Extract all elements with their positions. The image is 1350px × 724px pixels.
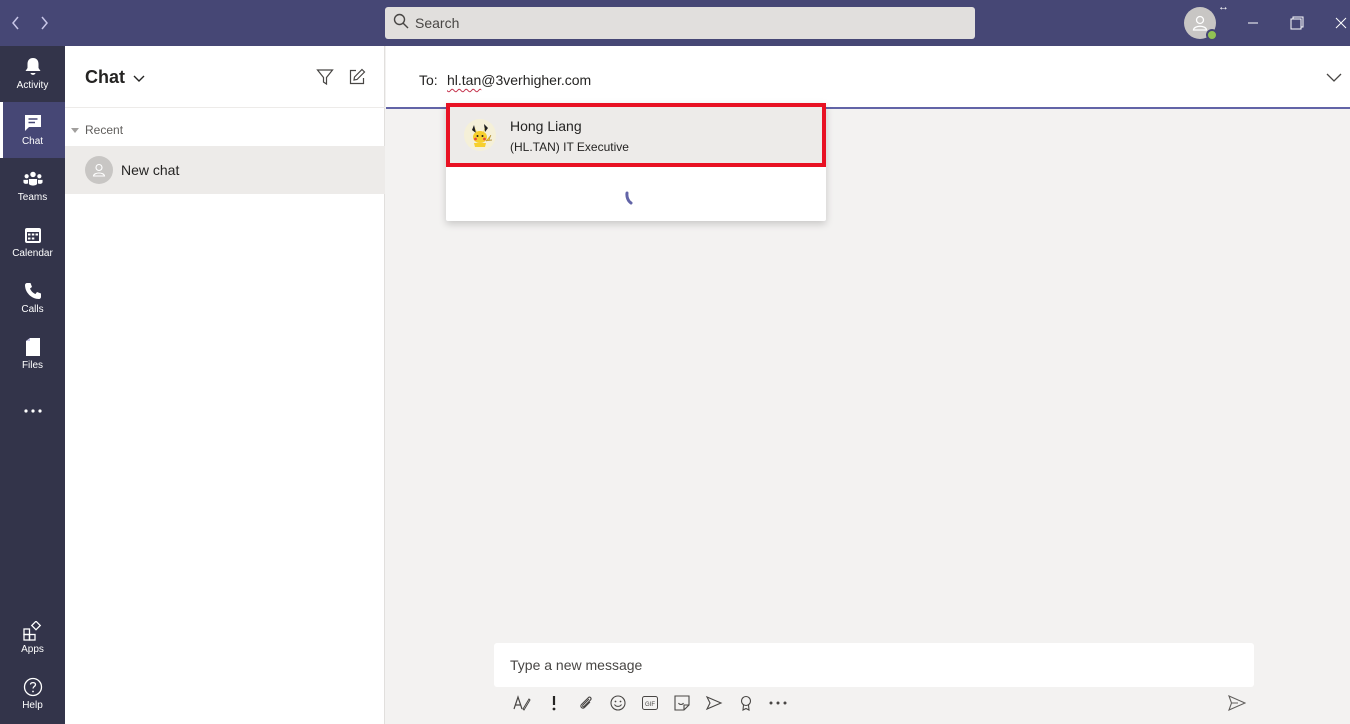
attach-icon[interactable] xyxy=(570,692,602,714)
minimize-button[interactable] xyxy=(1242,12,1264,34)
back-arrow-icon[interactable] xyxy=(6,13,26,33)
help-icon xyxy=(23,677,43,697)
rail-item-teams[interactable]: Teams xyxy=(0,158,65,214)
avatar xyxy=(464,119,496,151)
rail-label-activity: Activity xyxy=(16,80,49,91)
gif-icon[interactable]: GIF xyxy=(634,692,666,714)
recipient-text-misspelled: hl.tan xyxy=(447,72,482,88)
recent-section-label: Recent xyxy=(85,123,124,137)
person-icon xyxy=(92,163,106,177)
emoji-icon[interactable] xyxy=(602,692,634,714)
svg-text:GIF: GIF xyxy=(645,702,655,708)
send-icon[interactable] xyxy=(1226,692,1248,714)
app-rail: Activity Chat Teams Calendar Calls Files xyxy=(0,46,65,724)
search-icon xyxy=(393,13,409,34)
message-input[interactable]: Type a new message xyxy=(494,643,1254,687)
rail-item-chat[interactable]: Chat xyxy=(0,102,65,158)
forward-arrow-icon[interactable] xyxy=(34,13,54,33)
to-label: To: xyxy=(419,72,438,88)
meet-now-icon[interactable] xyxy=(698,692,730,714)
rail-label-chat: Chat xyxy=(21,136,44,147)
rail-label-calls: Calls xyxy=(21,304,44,315)
teams-icon xyxy=(22,169,43,189)
file-icon xyxy=(23,337,43,357)
loading-spinner-icon xyxy=(624,191,634,210)
resize-icon: ↔ xyxy=(1218,1,1229,13)
rail-label-help: Help xyxy=(22,700,43,711)
chat-list-pane: Chat Recent New chat xyxy=(65,46,385,724)
phone-icon xyxy=(23,281,43,301)
pikachu-avatar-icon xyxy=(472,124,493,147)
chat-list-header: Chat xyxy=(65,46,385,108)
close-button[interactable] xyxy=(1330,12,1350,34)
important-icon[interactable] xyxy=(538,692,570,714)
suggestion-name: Hong Liang xyxy=(510,118,582,134)
format-icon[interactable] xyxy=(506,692,538,714)
rail-item-calls[interactable]: Calls xyxy=(0,270,65,326)
new-chat-button[interactable] xyxy=(347,67,367,87)
sticker-icon[interactable] xyxy=(666,692,698,714)
rail-item-activity[interactable]: Activity xyxy=(0,46,65,102)
suggestion-title: (HL.TAN) IT Executive xyxy=(510,140,629,154)
rail-item-apps[interactable]: Apps xyxy=(0,610,65,666)
compose-toolbar: GIF xyxy=(506,692,794,714)
caret-down-icon xyxy=(71,127,79,133)
avatar xyxy=(85,156,113,184)
chevron-down-icon[interactable] xyxy=(1326,70,1342,88)
ellipsis-icon xyxy=(23,401,43,419)
rail-label-apps: Apps xyxy=(21,644,44,655)
presence-available-icon xyxy=(1206,29,1218,41)
filter-icon xyxy=(316,69,334,86)
rail-item-calendar[interactable]: Calendar xyxy=(0,214,65,270)
page-title[interactable]: Chat xyxy=(85,67,125,88)
recent-section-toggle[interactable]: Recent xyxy=(71,123,123,137)
list-item[interactable]: New chat xyxy=(65,146,385,194)
suggestion-dropdown: Hong Liang (HL.TAN) IT Executive xyxy=(446,103,826,221)
search-placeholder: Search xyxy=(415,15,460,31)
more-options-icon[interactable] xyxy=(762,692,794,714)
restore-button[interactable] xyxy=(1286,12,1308,34)
more-apps-button[interactable] xyxy=(0,382,65,438)
rail-label-calendar: Calendar xyxy=(12,248,53,259)
title-bar: Search ↔ xyxy=(0,0,1350,46)
list-item-label: New chat xyxy=(121,162,180,178)
suggestion-item[interactable]: Hong Liang (HL.TAN) IT Executive xyxy=(446,103,826,167)
rail-label-files: Files xyxy=(21,360,44,371)
profile-avatar[interactable] xyxy=(1184,7,1218,41)
chat-icon xyxy=(23,113,43,133)
recipient-text-domain: @3verhigher.com xyxy=(481,72,592,88)
recipient-input[interactable]: hl.tan@3verhigher.com xyxy=(447,72,591,88)
compose-icon xyxy=(349,68,366,85)
apps-icon xyxy=(22,621,43,641)
rail-item-files[interactable]: Files xyxy=(0,326,65,382)
filter-button[interactable] xyxy=(315,67,335,87)
rail-label-teams: Teams xyxy=(17,192,48,203)
calendar-icon xyxy=(23,225,43,245)
rail-item-help[interactable]: Help xyxy=(0,666,65,722)
bell-icon xyxy=(23,57,43,77)
praise-icon[interactable] xyxy=(730,692,762,714)
message-placeholder: Type a new message xyxy=(510,657,643,673)
search-box[interactable]: Search xyxy=(385,7,975,39)
chevron-down-icon[interactable] xyxy=(133,70,145,88)
recipient-bar: To: hl.tan@3verhigher.com xyxy=(386,46,1350,109)
